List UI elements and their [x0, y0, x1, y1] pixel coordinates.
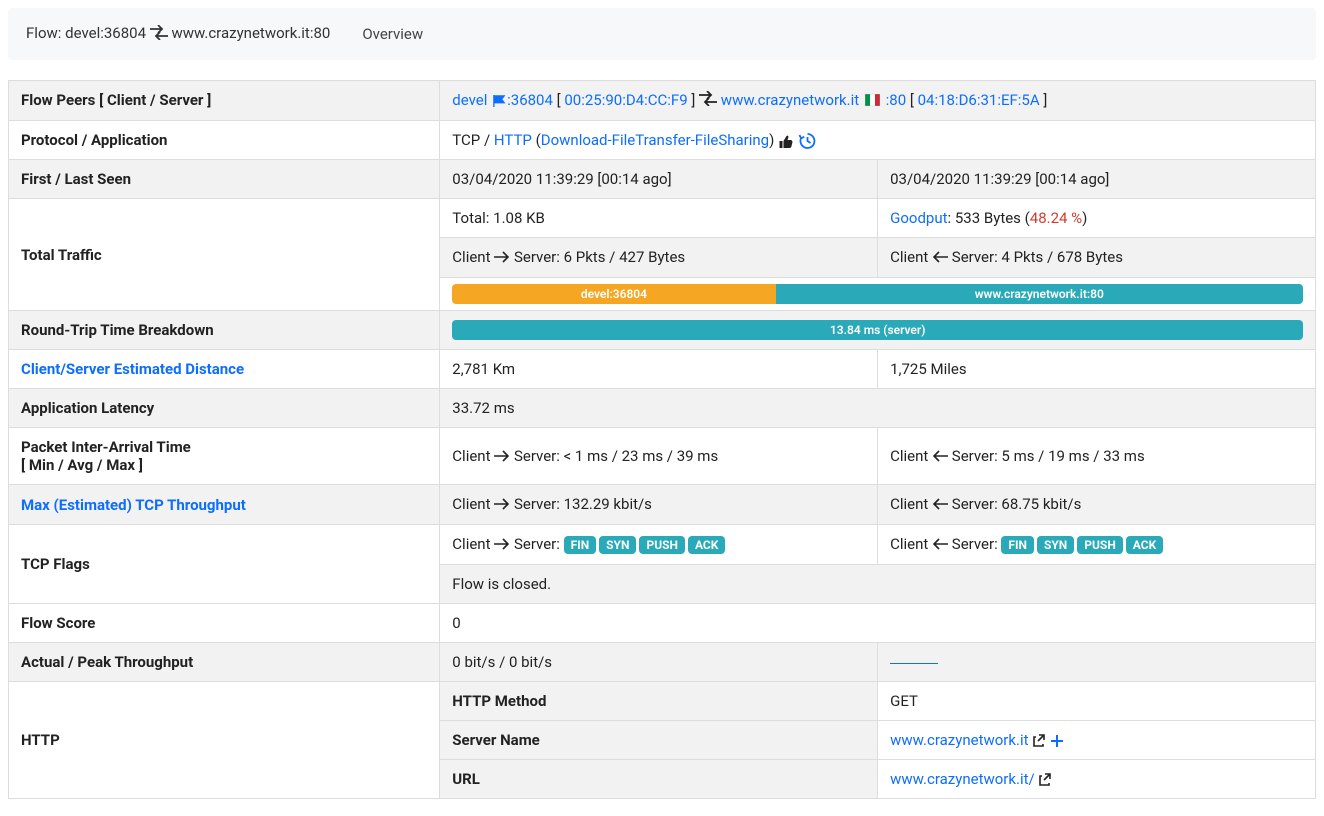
label-url: URL	[440, 760, 878, 799]
arrow-left-icon	[932, 249, 948, 267]
max-tcp-link[interactable]: Max (Estimated) TCP Throughput	[21, 496, 246, 514]
label-rtt: Round-Trip Time Breakdown	[9, 311, 440, 350]
label-protocol: Protocol / Application	[9, 121, 440, 160]
plus-icon[interactable]	[1050, 731, 1064, 749]
traffic-bar-client: devel:36804	[452, 284, 775, 304]
flow-server: www.crazynetwork.it:80	[171, 24, 330, 42]
server-host-link[interactable]: www.crazynetwork.it	[721, 91, 859, 109]
value-s2c-traffic: Client Server: 4 Pkts / 678 Bytes	[878, 238, 1316, 278]
tab-overview[interactable]: Overview	[362, 25, 423, 43]
external-link-icon[interactable]	[1038, 770, 1052, 788]
value-flow-closed: Flow is closed.	[440, 565, 1316, 604]
value-goodput: Goodput: 533 Bytes (48.24 %)	[878, 199, 1316, 238]
italy-flag-icon	[865, 92, 880, 110]
value-total: Total: 1.08 KB	[440, 199, 878, 238]
value-flags-c2s: Client Server: FINSYNPUSHACK	[440, 525, 878, 565]
value-km: 2,781 Km	[440, 350, 878, 389]
client-port-link[interactable]: :36804	[507, 91, 553, 109]
label-flow-score: Flow Score	[9, 604, 440, 643]
goodput-link[interactable]: Goodput	[890, 209, 947, 227]
label-actual-peak: Actual / Peak Throughput	[9, 643, 440, 682]
server-name-link[interactable]: www.crazynetwork.it	[890, 731, 1028, 749]
thumbs-up-icon[interactable]	[778, 131, 794, 149]
label-http-method: HTTP Method	[440, 682, 878, 721]
value-peak-chart	[878, 643, 1316, 682]
flow-prefix: Flow:	[26, 24, 65, 42]
value-miles: 1,725 Miles	[878, 350, 1316, 389]
value-flow-score: 0	[440, 604, 1316, 643]
label-tcp-flags: TCP Flags	[9, 525, 440, 604]
goodput-pct: 48.24 %	[1030, 209, 1082, 227]
flow-details-table: Flow Peers [ Client / Server ] devel :36…	[8, 80, 1316, 800]
arrow-left-icon	[932, 448, 948, 466]
rtt-bar: 13.84 ms (server)	[452, 320, 1303, 340]
value-inter-s2c: Client Server: 5 ms / 19 ms / 33 ms	[878, 428, 1316, 485]
arrow-right-icon	[494, 496, 510, 514]
value-maxtcp-c2s: Client Server: 132.29 kbit/s	[440, 485, 878, 525]
client-mac-link[interactable]: 00:25:90:D4:CC:F9	[564, 91, 687, 109]
value-url: www.crazynetwork.it/	[878, 760, 1316, 799]
flag-push: PUSH	[639, 536, 685, 554]
sparkline	[890, 663, 938, 664]
value-protocol: TCP / HTTP (Download-FileTransfer-FileSh…	[440, 121, 1316, 160]
flag-ack: ACK	[1126, 536, 1163, 554]
value-last-seen: 03/04/2020 11:39:29 [00:14 ago]	[878, 160, 1316, 199]
value-flow-peers: devel :36804 [ 00:25:90:D4:CC:F9 ] www.c…	[440, 80, 1316, 121]
arrow-right-icon	[494, 448, 510, 466]
swap-icon	[699, 91, 717, 110]
client-host-link[interactable]: devel	[452, 91, 487, 109]
traffic-distribution-bar: devel:36804 www.crazynetwork.it:80	[452, 284, 1303, 304]
flag-icon[interactable]	[491, 91, 507, 109]
history-icon[interactable]	[798, 131, 816, 149]
value-first-seen: 03/04/2020 11:39:29 [00:14 ago]	[440, 160, 878, 199]
label-http: HTTP	[9, 682, 440, 799]
value-http-method: GET	[878, 682, 1316, 721]
label-total-traffic: Total Traffic	[9, 199, 440, 311]
bracket: ]	[688, 91, 699, 109]
value-maxtcp-s2c: Client Server: 68.75 kbit/s	[878, 485, 1316, 525]
bracket: ]	[1040, 91, 1048, 109]
bracket: [	[910, 91, 918, 109]
value-actual-peak: 0 bit/s / 0 bit/s	[440, 643, 878, 682]
flow-title: Flow: devel:36804 www.crazynetwork.it:80	[26, 24, 330, 44]
label-server-name: Server Name	[440, 721, 878, 760]
server-mac-link[interactable]: 04:18:D6:31:EF:5A	[918, 91, 1040, 109]
flag-syn: SYN	[599, 536, 636, 554]
url-link[interactable]: www.crazynetwork.it/	[890, 770, 1035, 788]
label-inter-arrival: Packet Inter-Arrival Time [ Min / Avg / …	[9, 428, 440, 485]
label-max-tcp: Max (Estimated) TCP Throughput	[9, 485, 440, 525]
flag-push: PUSH	[1077, 536, 1123, 554]
arrow-right-icon	[494, 249, 510, 267]
protocol-base: TCP /	[452, 131, 494, 149]
value-app-latency: 33.72 ms	[440, 389, 1316, 428]
label-first-last: First / Last Seen	[9, 160, 440, 199]
server-port-link[interactable]: :80	[886, 91, 907, 109]
value-flags-s2c: Client Server: FINSYNPUSHACK	[878, 525, 1316, 565]
value-server-name: www.crazynetwork.it	[878, 721, 1316, 760]
traffic-bar-cell: devel:36804 www.crazynetwork.it:80	[440, 278, 1316, 311]
distance-link[interactable]: Client/Server Estimated Distance	[21, 360, 244, 378]
value-inter-c2s: Client Server: < 1 ms / 23 ms / 39 ms	[440, 428, 878, 485]
protocol-category-link[interactable]: Download-FileTransfer-FileSharing	[541, 131, 769, 149]
flag-fin: FIN	[564, 536, 597, 554]
flag-syn: SYN	[1037, 536, 1074, 554]
arrow-right-icon	[494, 536, 510, 554]
traffic-bar-server: www.crazynetwork.it:80	[776, 284, 1303, 304]
rtt-cell: 13.84 ms (server)	[440, 311, 1316, 350]
protocol-http-link[interactable]: HTTP	[494, 131, 532, 149]
swap-icon	[150, 25, 168, 44]
label-app-latency: Application Latency	[9, 389, 440, 428]
value-c2s-traffic: Client Server: 6 Pkts / 427 Bytes	[440, 238, 878, 278]
flag-ack: ACK	[688, 536, 725, 554]
page-header: Flow: devel:36804 www.crazynetwork.it:80…	[8, 8, 1316, 60]
arrow-left-icon	[932, 496, 948, 514]
flow-client: devel:36804	[65, 24, 146, 42]
flag-fin: FIN	[1001, 536, 1034, 554]
arrow-left-icon	[932, 536, 948, 554]
label-distance: Client/Server Estimated Distance	[9, 350, 440, 389]
label-flow-peers: Flow Peers [ Client / Server ]	[9, 80, 440, 121]
external-link-icon[interactable]	[1032, 731, 1046, 749]
